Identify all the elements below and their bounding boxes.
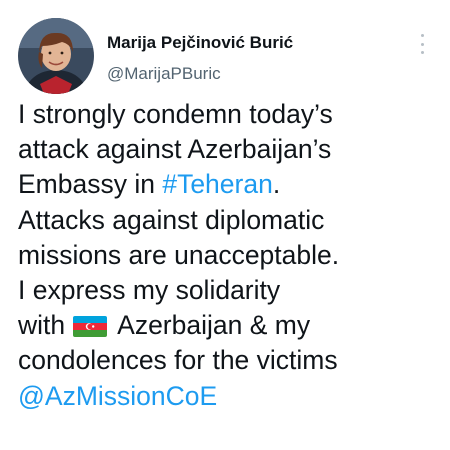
hashtag-link[interactable]: #Teheran bbox=[162, 169, 273, 199]
more-vertical-icon[interactable] bbox=[412, 32, 432, 56]
tweet-text-fragment: with bbox=[18, 310, 66, 341]
tweet-text: I strongly condemn today’s attack agains… bbox=[18, 97, 448, 414]
tweet-line: Attacks against diplomatic bbox=[18, 204, 325, 235]
author-handle[interactable]: @MarijaPBuric bbox=[107, 64, 221, 84]
author-display-name[interactable]: Marija Pejčinović Burić bbox=[107, 33, 293, 53]
tweet-text-fragment: Azerbaijan & my bbox=[117, 310, 311, 341]
tweet-line: I strongly condemn today’s bbox=[18, 99, 333, 129]
tweet-line: I express my solidarity bbox=[18, 274, 281, 305]
tweet-line: condolences for the victims bbox=[18, 345, 338, 376]
mention-link[interactable]: @AzMissionCoE bbox=[18, 381, 217, 411]
tweet-line: Embassy in #Teheran. bbox=[18, 167, 448, 202]
tweet-line: @AzMissionCoE bbox=[18, 379, 448, 414]
avatar[interactable] bbox=[18, 18, 94, 94]
tweet-line: attack against Azerbaijan’s bbox=[18, 134, 332, 165]
tweet: Marija Pejčinović Burić @MarijaPBuric I … bbox=[0, 0, 450, 450]
tweet-line: with Azerbaijan & my bbox=[18, 308, 448, 343]
azerbaijan-flag-icon bbox=[73, 316, 108, 338]
tweet-text-fragment: . bbox=[272, 169, 281, 200]
tweet-text-fragment: Embassy in bbox=[18, 169, 163, 200]
tweet-line: missions are unacceptable. bbox=[18, 239, 340, 270]
